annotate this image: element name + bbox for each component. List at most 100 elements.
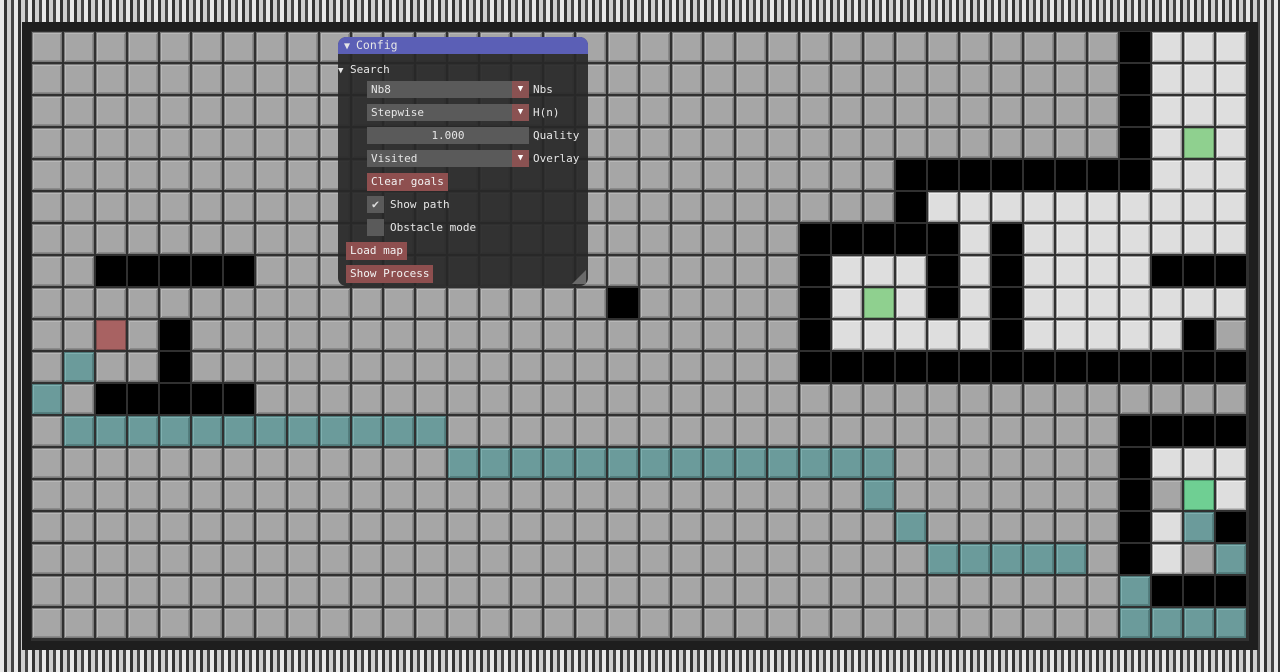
floor-cell[interactable] xyxy=(128,96,158,126)
floor-cell[interactable] xyxy=(352,480,382,510)
floor-cell[interactable] xyxy=(704,96,734,126)
floor-cell[interactable] xyxy=(288,608,318,638)
floor-cell[interactable] xyxy=(256,288,286,318)
visited-cell[interactable] xyxy=(1152,448,1182,478)
floor-cell[interactable] xyxy=(352,352,382,382)
wall-cell[interactable] xyxy=(1184,256,1214,286)
floor-cell[interactable] xyxy=(224,32,254,62)
visited-cell[interactable] xyxy=(960,192,990,222)
floor-cell[interactable] xyxy=(832,64,862,94)
floor-cell[interactable] xyxy=(704,512,734,542)
floor-cell[interactable] xyxy=(1056,480,1086,510)
load-map-button[interactable]: Load map xyxy=(346,242,407,260)
wall-cell[interactable] xyxy=(1120,96,1150,126)
floor-cell[interactable] xyxy=(544,512,574,542)
floor-cell[interactable] xyxy=(224,64,254,94)
floor-cell[interactable] xyxy=(544,288,574,318)
floor-cell[interactable] xyxy=(608,576,638,606)
floor-cell[interactable] xyxy=(832,32,862,62)
floor-cell[interactable] xyxy=(640,192,670,222)
floor-cell[interactable] xyxy=(992,384,1022,414)
path-cell[interactable] xyxy=(640,448,670,478)
floor-cell[interactable] xyxy=(960,576,990,606)
floor-cell[interactable] xyxy=(160,224,190,254)
path-cell[interactable] xyxy=(32,384,62,414)
floor-cell[interactable] xyxy=(128,576,158,606)
floor-cell[interactable] xyxy=(448,320,478,350)
floor-cell[interactable] xyxy=(512,320,542,350)
floor-cell[interactable] xyxy=(480,576,510,606)
floor-cell[interactable] xyxy=(256,192,286,222)
floor-cell[interactable] xyxy=(768,544,798,574)
floor-cell[interactable] xyxy=(96,160,126,190)
floor-cell[interactable] xyxy=(896,480,926,510)
floor-cell[interactable] xyxy=(96,512,126,542)
floor-cell[interactable] xyxy=(64,192,94,222)
wall-cell[interactable] xyxy=(992,224,1022,254)
floor-cell[interactable] xyxy=(256,256,286,286)
floor-cell[interactable] xyxy=(672,352,702,382)
floor-cell[interactable] xyxy=(736,64,766,94)
floor-cell[interactable] xyxy=(832,608,862,638)
visited-cell[interactable] xyxy=(1216,96,1246,126)
visited-cell[interactable] xyxy=(1216,288,1246,318)
floor-cell[interactable] xyxy=(1056,32,1086,62)
wall-cell[interactable] xyxy=(928,256,958,286)
visited-cell[interactable] xyxy=(1184,32,1214,62)
floor-cell[interactable] xyxy=(288,480,318,510)
floor-cell[interactable] xyxy=(768,224,798,254)
floor-cell[interactable] xyxy=(864,416,894,446)
floor-cell[interactable] xyxy=(672,416,702,446)
floor-cell[interactable] xyxy=(288,288,318,318)
wall-cell[interactable] xyxy=(896,352,926,382)
floor-cell[interactable] xyxy=(256,96,286,126)
floor-cell[interactable] xyxy=(640,416,670,446)
floor-cell[interactable] xyxy=(160,32,190,62)
floor-cell[interactable] xyxy=(192,608,222,638)
floor-cell[interactable] xyxy=(512,512,542,542)
floor-cell[interactable] xyxy=(864,544,894,574)
floor-cell[interactable] xyxy=(192,448,222,478)
wall-cell[interactable] xyxy=(1216,416,1246,446)
floor-cell[interactable] xyxy=(640,224,670,254)
wall-cell[interactable] xyxy=(160,256,190,286)
path-cell[interactable] xyxy=(928,544,958,574)
path-cell[interactable] xyxy=(480,448,510,478)
chevron-down-icon[interactable]: ▼ xyxy=(512,81,529,98)
obstacle-mode-checkbox[interactable] xyxy=(367,219,384,236)
floor-cell[interactable] xyxy=(384,512,414,542)
floor-cell[interactable] xyxy=(64,512,94,542)
floor-cell[interactable] xyxy=(576,416,606,446)
floor-cell[interactable] xyxy=(32,448,62,478)
visited-cell[interactable] xyxy=(1216,160,1246,190)
floor-cell[interactable] xyxy=(832,128,862,158)
floor-cell[interactable] xyxy=(800,608,830,638)
floor-cell[interactable] xyxy=(160,512,190,542)
floor-cell[interactable] xyxy=(608,384,638,414)
floor-cell[interactable] xyxy=(512,352,542,382)
wall-cell[interactable] xyxy=(1184,352,1214,382)
wall-cell[interactable] xyxy=(864,352,894,382)
floor-cell[interactable] xyxy=(736,416,766,446)
floor-cell[interactable] xyxy=(64,288,94,318)
floor-cell[interactable] xyxy=(640,512,670,542)
floor-cell[interactable] xyxy=(832,480,862,510)
path-cell[interactable] xyxy=(128,416,158,446)
floor-cell[interactable] xyxy=(256,384,286,414)
floor-cell[interactable] xyxy=(544,320,574,350)
floor-cell[interactable] xyxy=(352,608,382,638)
visited-cell[interactable] xyxy=(1120,192,1150,222)
floor-cell[interactable] xyxy=(192,480,222,510)
wall-cell[interactable] xyxy=(1120,32,1150,62)
floor-cell[interactable] xyxy=(672,224,702,254)
floor-cell[interactable] xyxy=(480,608,510,638)
visited-cell[interactable] xyxy=(1056,320,1086,350)
goal-cell[interactable] xyxy=(1184,480,1214,510)
floor-cell[interactable] xyxy=(160,448,190,478)
floor-cell[interactable] xyxy=(64,608,94,638)
floor-cell[interactable] xyxy=(448,384,478,414)
floor-cell[interactable] xyxy=(1088,416,1118,446)
path-cell[interactable] xyxy=(160,416,190,446)
path-cell[interactable] xyxy=(320,416,350,446)
floor-cell[interactable] xyxy=(736,512,766,542)
